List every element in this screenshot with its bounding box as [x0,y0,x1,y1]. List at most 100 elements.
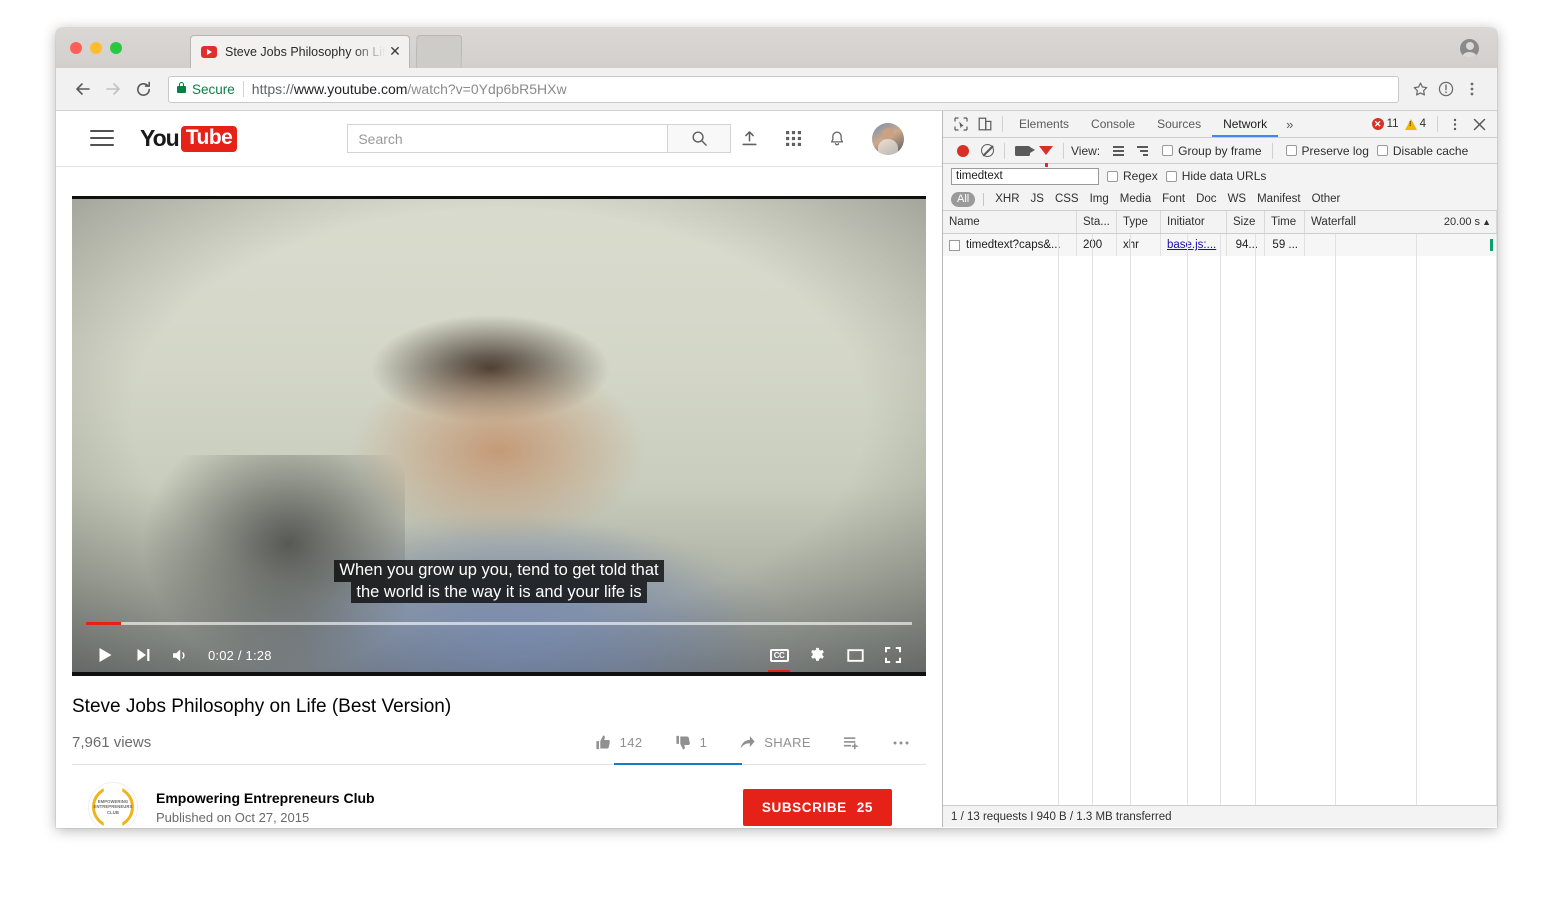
toggle-device-toolbar-icon[interactable] [973,112,997,136]
minimize-window-button[interactable] [90,42,102,54]
reload-button[interactable] [128,74,158,104]
notifications-bell-icon[interactable] [828,130,846,148]
toolbar-divider-2 [1063,142,1064,159]
progress-bar[interactable] [86,622,912,625]
column-header-time[interactable]: Time [1265,211,1305,233]
regex-checkbox[interactable]: Regex [1107,169,1158,183]
devtools-tab-console[interactable]: Console [1080,111,1146,137]
devtools-menu-icon[interactable] [1443,112,1467,136]
menu-hamburger-icon[interactable] [90,129,114,148]
type-filter-other[interactable]: Other [1312,193,1341,205]
type-filter-js[interactable]: JS [1031,193,1044,205]
maximize-window-button[interactable] [110,42,122,54]
group-by-frame-checkbox[interactable]: Group by frame [1162,144,1262,158]
thumbs-up-icon [596,735,610,750]
channel-avatar[interactable]: EMPOWERING ENTREPRENEURS CLUB [88,782,138,827]
type-filter-doc[interactable]: Doc [1196,193,1216,205]
column-header-status[interactable]: Sta... [1077,211,1117,233]
view-waterfall-button[interactable] [1130,139,1154,163]
search-button[interactable] [667,124,732,153]
like-button[interactable]: 142 [579,734,659,751]
type-filter-all[interactable]: All [951,191,976,207]
column-header-type[interactable]: Type [1117,211,1161,233]
volume-button[interactable] [162,636,200,674]
preserve-log-checkbox[interactable]: Preserve log [1285,144,1369,158]
column-header-initiator[interactable]: Initiator [1161,211,1227,233]
network-toolbar: View: Group by frame Preserve log Disabl… [943,138,1497,167]
devtools-tab-sources[interactable]: Sources [1146,111,1212,137]
next-video-button[interactable] [124,636,162,674]
address-bar[interactable]: Secure https://www.youtube.com/watch?v=0… [168,75,1399,103]
dislike-button[interactable]: 1 [659,734,724,751]
warning-icon [1404,118,1417,130]
more-actions-button[interactable] [876,740,926,746]
type-filter-img[interactable]: Img [1090,193,1109,205]
forward-button[interactable] [98,74,128,104]
warning-count-badge[interactable]: 4 [1404,118,1426,130]
apps-grid-icon[interactable] [785,130,802,147]
regex-box[interactable] [1107,170,1118,182]
devtools-tab-elements[interactable]: Elements [1008,111,1080,137]
disable-cache-box[interactable] [1376,145,1388,156]
inspect-element-icon[interactable] [949,112,973,136]
devtools-tab-network[interactable]: Network [1212,111,1278,137]
captions-button[interactable]: CC [760,636,798,674]
save-to-playlist-button[interactable] [827,735,876,751]
clear-button[interactable] [975,139,999,163]
browser-tab-active[interactable]: Steve Jobs Philosophy on Life ✕ [190,35,410,68]
type-filter-xhr[interactable]: XHR [995,193,1019,205]
share-button[interactable]: SHARE [723,734,827,751]
subscribe-button[interactable]: SUBSCRIBE 25 [742,788,892,826]
type-filter-ws[interactable]: WS [1228,193,1247,205]
chrome-menu-icon[interactable] [1459,76,1485,102]
clear-icon [980,144,994,157]
play-button[interactable] [86,636,124,674]
network-request-list[interactable]: timedtext?caps&... 200 xhr base.js:... 9… [943,234,1497,805]
new-tab-button[interactable] [415,35,463,69]
cell-status: 200 [1077,234,1117,256]
page-info-icon[interactable] [1433,76,1459,102]
waterfall-sort-arrow-icon: ▲ [1482,217,1491,227]
theater-mode-button[interactable] [836,636,874,674]
funnel-icon [1039,146,1053,167]
initiator-link[interactable]: base.js:... [1167,239,1216,251]
column-header-name[interactable]: Name [943,211,1077,233]
close-tab-icon[interactable]: ✕ [387,44,403,60]
type-filter-media[interactable]: Media [1120,193,1151,205]
row-checkbox[interactable] [949,239,960,251]
youtube-logo-tube: Tube [180,125,238,152]
group-by-frame-box[interactable] [1162,145,1174,156]
filter-input[interactable]: timedtext [951,167,1099,185]
fullscreen-button[interactable] [874,636,912,674]
disable-cache-checkbox[interactable]: Disable cache [1376,144,1468,158]
record-button[interactable] [951,139,975,163]
preserve-log-box[interactable] [1285,145,1297,156]
close-window-button[interactable] [70,42,82,54]
youtube-logo[interactable]: You Tube [140,125,238,152]
filter-toggle-button[interactable] [1034,139,1058,167]
error-count-badge[interactable]: ✕ 11 [1371,118,1399,130]
close-devtools-icon[interactable] [1467,112,1491,136]
url-host: www.youtube.com [293,81,408,97]
capture-screenshots-button[interactable] [1010,139,1035,163]
search-input[interactable]: Search [347,124,668,153]
devtools-more-tabs-icon[interactable]: » [1278,117,1301,132]
back-button[interactable] [68,74,98,104]
column-header-waterfall[interactable]: Waterfall 20.00 s ▲ [1305,211,1497,233]
channel-name[interactable]: Empowering Entrepreneurs Club [156,790,375,806]
type-filter-css[interactable]: CSS [1055,193,1079,205]
browser-profile-avatar[interactable] [1460,39,1479,58]
hide-data-urls-checkbox[interactable]: Hide data URLs [1165,169,1266,183]
column-header-size[interactable]: Size [1227,211,1265,233]
view-list-button[interactable] [1106,139,1130,163]
type-filter-manifest[interactable]: Manifest [1257,193,1300,205]
type-filter-font[interactable]: Font [1162,193,1185,205]
user-avatar[interactable] [872,122,904,155]
bookmark-star-icon[interactable] [1407,76,1433,102]
hide-data-urls-box[interactable] [1165,170,1177,182]
controls-right: CC [760,636,912,674]
video-player[interactable]: When you grow up you, tend to get told t… [72,196,926,676]
settings-gear-button[interactable] [798,636,836,674]
table-row[interactable]: timedtext?caps&... 200 xhr base.js:... 9… [943,234,1497,256]
upload-icon[interactable] [740,129,759,148]
